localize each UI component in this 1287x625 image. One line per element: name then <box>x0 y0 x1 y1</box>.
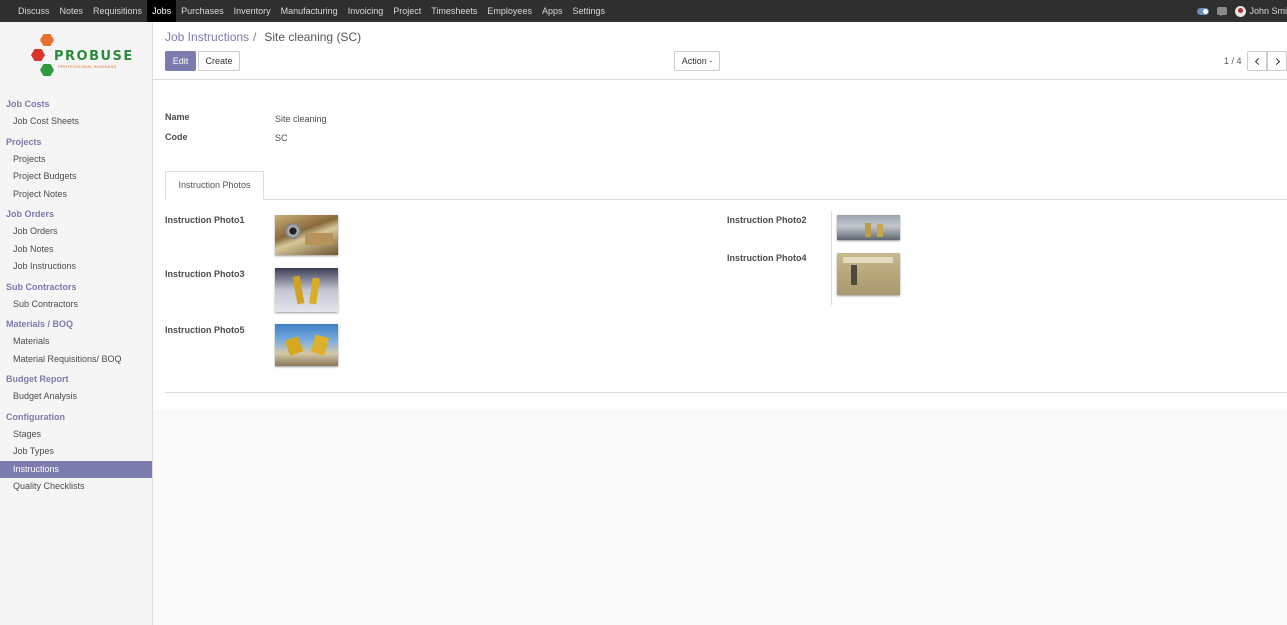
sidebar-item-materials[interactable]: Materials <box>0 333 152 351</box>
sidebar-item-project-notes[interactable]: Project Notes <box>0 186 152 204</box>
instruction-photo2-image[interactable] <box>837 215 900 240</box>
logo-hex-red-icon <box>31 49 45 61</box>
menu-requisitions[interactable]: Requisitions <box>88 0 147 22</box>
instruction-photo1-image[interactable] <box>275 215 338 255</box>
logo-tagline: PROFESSIONAL BUSINESS <box>58 64 117 69</box>
sidebar-section-sub-contractors[interactable]: Sub Contractors <box>0 279 152 296</box>
tab-instruction-photos[interactable]: Instruction Photos <box>165 171 264 200</box>
chevron-left-icon <box>1254 57 1262 65</box>
sidebar-item-sub-contractors[interactable]: Sub Contractors <box>0 296 152 314</box>
menu-inventory[interactable]: Inventory <box>229 0 276 22</box>
menu-employees[interactable]: Employees <box>482 0 537 22</box>
breadcrumb-current: Site cleaning (SC) <box>264 30 362 44</box>
column-separator <box>831 211 832 305</box>
sidebar-item-stages[interactable]: Stages <box>0 426 152 444</box>
sidebar-item-project-budgets[interactable]: Project Budgets <box>0 168 152 186</box>
breadcrumb: Job Instructions / Site cleaning (SC) <box>165 30 361 44</box>
user-name: John Smi <box>1249 6 1287 16</box>
systray: John Smi <box>1197 0 1287 22</box>
pager-value[interactable]: 1 / 4 <box>1224 56 1242 66</box>
instruction-photo5-image[interactable] <box>275 324 338 366</box>
action-dropdown-button[interactable]: Action - <box>674 51 720 71</box>
sidebar-item-job-cost-sheets[interactable]: Job Cost Sheets <box>0 113 152 131</box>
sidebar-section-job-costs[interactable]: Job Costs <box>0 96 152 113</box>
sidebar-item-material-requisitions[interactable]: Material Requisitions/ BOQ <box>0 351 152 369</box>
sheet-bottom-divider <box>165 392 1287 393</box>
menu-invoicing[interactable]: Invoicing <box>343 0 389 22</box>
logo-hex-green-icon <box>40 64 54 76</box>
user-menu[interactable]: John Smi <box>1235 5 1287 17</box>
photo1-label: Instruction Photo1 <box>165 215 245 225</box>
sidebar-item-job-orders[interactable]: Job Orders <box>0 223 152 241</box>
sidebar-item-job-instructions[interactable]: Job Instructions <box>0 258 152 276</box>
pager-previous-button[interactable] <box>1247 51 1267 71</box>
sidebar-item-job-types[interactable]: Job Types <box>0 443 152 461</box>
code-label: Code <box>165 132 188 142</box>
logo-wordmark: PROBUSE <box>54 49 134 64</box>
logo-hex-orange-icon <box>40 34 54 46</box>
top-navbar: Discuss Notes Requisitions Jobs Purchase… <box>0 0 1287 22</box>
name-label: Name <box>165 112 190 122</box>
photo4-label: Instruction Photo4 <box>727 253 807 263</box>
menu-project[interactable]: Project <box>388 0 426 22</box>
sidebar-item-budget-analysis[interactable]: Budget Analysis <box>0 388 152 406</box>
menu-notes[interactable]: Notes <box>55 0 89 22</box>
pager-next-button[interactable] <box>1267 51 1287 71</box>
menu-apps[interactable]: Apps <box>537 0 568 22</box>
tab-bar-divider <box>165 199 1287 200</box>
menu-settings[interactable]: Settings <box>567 0 610 22</box>
sidebar-section-materials-boq[interactable]: Materials / BOQ <box>0 316 152 333</box>
photo2-label: Instruction Photo2 <box>727 215 807 225</box>
sidebar-section-projects[interactable]: Projects <box>0 134 152 151</box>
chevron-right-icon <box>1272 57 1280 65</box>
sidebar-item-job-notes[interactable]: Job Notes <box>0 241 152 259</box>
menu-timesheets[interactable]: Timesheets <box>426 0 482 22</box>
name-value: Site cleaning <box>275 114 327 124</box>
company-logo[interactable]: PROBUSE PROFESSIONAL BUSINESS <box>30 32 132 82</box>
instruction-photo3-image[interactable] <box>275 268 338 312</box>
debug-toggle-icon[interactable] <box>1197 7 1210 15</box>
sidebar-section-configuration[interactable]: Configuration <box>0 409 152 426</box>
control-panel-divider <box>153 79 1287 80</box>
instruction-photo4-image[interactable] <box>837 253 900 295</box>
sidebar-item-projects[interactable]: Projects <box>0 151 152 169</box>
sidebar-item-quality-checklists[interactable]: Quality Checklists <box>0 478 152 496</box>
edit-button[interactable]: Edit <box>165 51 196 71</box>
sidebar-item-instructions[interactable]: Instructions <box>0 460 152 478</box>
code-value: SC <box>275 133 288 143</box>
photo3-label: Instruction Photo3 <box>165 269 245 279</box>
breadcrumb-parent-link[interactable]: Job Instructions <box>165 30 249 44</box>
photo5-label: Instruction Photo5 <box>165 325 245 335</box>
main-menu: Discuss Notes Requisitions Jobs Purchase… <box>0 0 610 22</box>
sidebar-nav: Job Costs Job Cost Sheets Projects Proje… <box>0 93 152 496</box>
breadcrumb-separator: / <box>253 30 257 44</box>
menu-purchases[interactable]: Purchases <box>176 0 229 22</box>
messaging-icon[interactable] <box>1217 7 1228 16</box>
sidebar-section-budget-report[interactable]: Budget Report <box>0 371 152 388</box>
sidebar-section-job-orders[interactable]: Job Orders <box>0 206 152 223</box>
sidebar: PROBUSE PROFESSIONAL BUSINESS Job Costs … <box>0 22 153 625</box>
menu-jobs[interactable]: Jobs <box>147 0 177 22</box>
create-button[interactable]: Create <box>198 51 240 71</box>
menu-discuss[interactable]: Discuss <box>13 0 55 22</box>
menu-manufacturing[interactable]: Manufacturing <box>276 0 343 22</box>
avatar <box>1235 5 1247 17</box>
